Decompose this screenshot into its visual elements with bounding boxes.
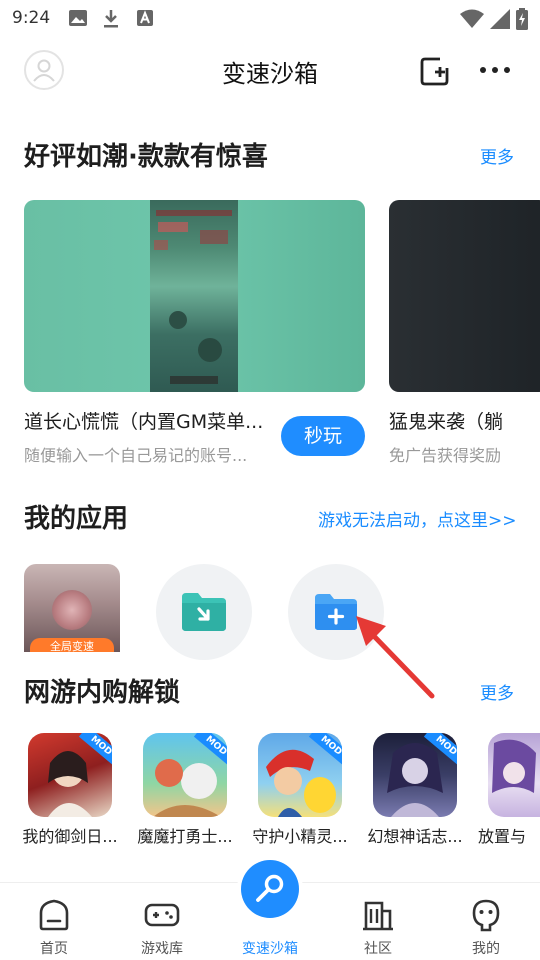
mod-game-name: 魔魔打勇士... <box>137 827 233 846</box>
speed-sandbox-center-button[interactable] <box>241 860 299 918</box>
instant-play-button[interactable]: 秒玩 <box>281 416 365 456</box>
download-icon <box>104 10 118 28</box>
nav-home-label: 首页 <box>40 941 68 957</box>
page-title: 变速沙箱 <box>222 60 318 88</box>
mod-game-icon: MOD <box>373 733 457 817</box>
red-arrow-annotation <box>356 616 435 699</box>
featured-card-1-subtitle: 随便输入一个自己易记的账号... <box>24 446 248 465</box>
launch-help-link[interactable]: 游戏无法启动，点这里>> <box>318 506 517 531</box>
wifi-icon <box>460 9 484 28</box>
mod-game-name: 守护小精灵... <box>252 827 348 846</box>
featured-card-1-title[interactable]: 道长心慌慌（内置GM菜单... <box>24 407 279 434</box>
nav-speed-sandbox-label: 变速沙箱 <box>242 941 298 957</box>
mod-section-title: 网游内购解锁 <box>24 678 181 708</box>
game-art <box>492 739 536 793</box>
game-scene-graphic <box>154 210 232 384</box>
mod-game-icon <box>488 733 540 817</box>
speed-sandbox-key-icon <box>256 874 284 902</box>
status-time: 9:24 <box>12 8 51 28</box>
mod-game-icon: MOD <box>143 733 227 817</box>
mod-game-icon: MOD <box>258 733 342 817</box>
app-a-icon <box>137 10 153 26</box>
nav-game-library[interactable]: 游戏库 <box>108 883 216 960</box>
home-icon <box>39 899 69 931</box>
nav-profile-label: 我的 <box>472 941 500 957</box>
featured-more-link[interactable]: 更多 <box>480 143 514 168</box>
speed-tag: 全局变速 <box>30 638 114 652</box>
mod-game-item[interactable]: MOD 我的御剑日... <box>16 733 124 847</box>
featured-card-2-image[interactable] <box>389 200 540 392</box>
nav-community[interactable]: 社区 <box>324 883 432 960</box>
gamepad-icon <box>144 903 180 927</box>
featured-card-2-title[interactable]: 猛鬼来袭（躺 <box>389 407 540 434</box>
mod-game-icon: MOD <box>28 733 112 817</box>
mod-game-name: 我的御剑日... <box>22 827 118 846</box>
add-window-icon[interactable] <box>418 54 452 88</box>
game-screenshot <box>150 200 238 392</box>
featured-card-2-subtitle: 免广告获得奖励 <box>389 446 502 465</box>
mod-game-item[interactable]: MOD 魔魔打勇士... <box>131 733 239 847</box>
folder-import-icon <box>182 593 226 631</box>
battery-icon <box>516 8 528 30</box>
top-header: 变速沙箱 <box>0 44 540 100</box>
mod-game-name: 幻想神话志... <box>367 827 463 846</box>
mod-game-item[interactable]: MOD 幻想神话志... <box>361 733 469 847</box>
nav-game-library-label: 游戏库 <box>141 941 183 957</box>
featured-card-1-image[interactable] <box>24 200 365 392</box>
profile-icon <box>472 899 500 932</box>
community-building-icon <box>363 901 393 931</box>
mod-game-item[interactable]: MOD 守护小精灵... <box>246 733 354 847</box>
mod-game-item[interactable]: 放置与 <box>476 733 540 847</box>
mod-game-name: 放置与 <box>478 827 527 846</box>
more-options-icon[interactable] <box>478 58 512 82</box>
image-icon <box>69 10 87 26</box>
status-right <box>460 8 528 30</box>
import-app-button[interactable] <box>156 564 252 660</box>
signal-icon <box>490 9 510 29</box>
my-apps-title: 我的应用 <box>24 504 129 534</box>
mod-more-link[interactable]: 更多 <box>480 679 514 704</box>
nav-community-label: 社区 <box>364 941 392 957</box>
installed-app-thumbnail[interactable]: 全局变速 <box>24 564 120 652</box>
nav-profile[interactable]: 我的 <box>432 883 540 960</box>
featured-section-title: 好评如潮·款款有惊喜 <box>24 142 268 172</box>
status-bar: 9:24 <box>0 0 540 36</box>
nav-home[interactable]: 首页 <box>0 883 108 960</box>
app-character-art <box>52 590 92 630</box>
